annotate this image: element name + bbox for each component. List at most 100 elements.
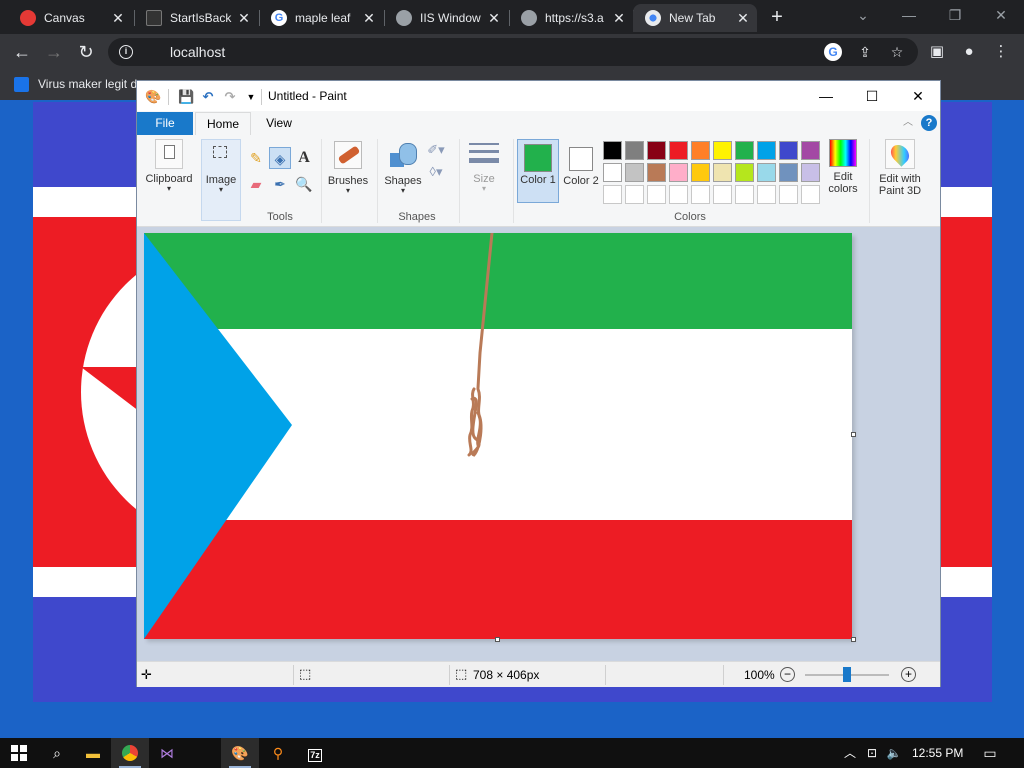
google-lens-icon[interactable]: G [824, 43, 842, 61]
palette-swatch[interactable] [713, 163, 732, 182]
zoom-in-icon[interactable]: + [901, 667, 916, 682]
chrome-taskbar-icon[interactable] [111, 738, 149, 768]
custom-color-slot[interactable] [625, 185, 644, 204]
restore-icon[interactable]: ❐ [932, 0, 978, 32]
custom-color-slot[interactable] [801, 185, 820, 204]
custom-color-slot[interactable] [647, 185, 666, 204]
close-icon[interactable]: ✕ [361, 10, 377, 26]
bookmark-star-icon[interactable]: ☆ [888, 43, 906, 61]
palette-swatch[interactable] [669, 163, 688, 182]
color1-button[interactable]: Color 1 [517, 139, 559, 203]
zoom-slider-thumb[interactable] [843, 667, 851, 682]
palette-swatch[interactable] [691, 141, 710, 160]
palette-swatch[interactable] [779, 141, 798, 160]
help-icon[interactable]: ? [921, 115, 937, 131]
resize-handle-right[interactable] [851, 432, 856, 437]
tab-search-icon[interactable]: ⌄ [840, 0, 886, 32]
tab-new-tab[interactable]: New Tab ✕ [633, 4, 757, 32]
close-icon[interactable]: ✕ [486, 10, 502, 26]
pencil-icon[interactable]: ✎ [245, 147, 267, 169]
resize-handle-corner[interactable] [851, 637, 856, 642]
shapes-button[interactable]: Shapes ▾ [381, 139, 425, 195]
7zip-icon[interactable]: 7z [296, 738, 334, 768]
address-bar[interactable]: i localhost G ⇪ ☆ [108, 38, 918, 66]
palette-swatch[interactable] [779, 163, 798, 182]
paint-taskbar-icon[interactable]: 🎨 [221, 738, 259, 768]
menu-icon[interactable]: ⋮ [990, 41, 1012, 63]
tab-file[interactable]: File [137, 112, 193, 135]
palette-swatch[interactable] [603, 163, 622, 182]
back-icon[interactable]: ← [10, 40, 34, 64]
palette-swatch[interactable] [647, 141, 666, 160]
edit-colors-button[interactable]: Edit colors [823, 139, 863, 195]
tab-canvas[interactable]: Canvas ✕ [8, 4, 132, 32]
palette-swatch[interactable] [757, 163, 776, 182]
paint-close-icon[interactable]: ✕ [895, 81, 941, 111]
forward-icon[interactable]: → [42, 40, 66, 64]
search-icon[interactable]: ⌕ [38, 738, 76, 768]
tab-iis-window[interactable]: IIS Window ✕ [384, 4, 508, 32]
clock[interactable]: 12:55 PM [912, 746, 963, 760]
bookmark-item[interactable]: Virus maker legit d [38, 77, 137, 91]
tab-maple-leaf[interactable]: G maple leaf ✕ [259, 4, 383, 32]
brushes-button[interactable]: Brushes ▾ [325, 139, 371, 195]
side-panel-icon[interactable]: ▣ [926, 41, 948, 63]
site-info-icon[interactable]: i [119, 45, 133, 59]
custom-color-slot[interactable] [779, 185, 798, 204]
color2-button[interactable]: Color 2 [561, 139, 601, 187]
custom-color-slot[interactable] [713, 185, 732, 204]
palette-swatch[interactable] [735, 163, 754, 182]
file-explorer-icon[interactable]: ▬ [74, 738, 112, 768]
minimize-icon[interactable]: — [886, 0, 932, 32]
resize-handle-bottom[interactable] [495, 637, 500, 642]
close-icon[interactable]: ✕ [110, 10, 126, 26]
new-tab-button[interactable]: + [766, 6, 788, 28]
customize-quick-access-icon[interactable]: ▼ [243, 89, 259, 105]
eraser-icon[interactable]: ▰ [245, 173, 267, 195]
drawing-canvas[interactable] [144, 233, 852, 639]
redo-icon[interactable]: ↷ [222, 89, 238, 105]
palette-swatch[interactable] [603, 141, 622, 160]
size-button[interactable]: Size ▾ [463, 139, 505, 193]
color-picker-icon[interactable]: ✒ [269, 173, 291, 195]
visual-studio-icon[interactable]: ⋈ [148, 738, 186, 768]
zoom-out-icon[interactable]: − [780, 667, 795, 682]
magnifier-icon[interactable]: 🔍 [293, 173, 315, 195]
custom-color-slot[interactable] [603, 185, 622, 204]
tab-startisback[interactable]: StartIsBack ✕ [134, 4, 258, 32]
paint-app-icon[interactable]: 🎨 [145, 89, 161, 105]
clipboard-button[interactable]: Clipboard ▾ [141, 139, 197, 193]
palette-swatch[interactable] [647, 163, 666, 182]
close-icon[interactable]: ✕ [735, 10, 751, 26]
start-icon[interactable] [0, 738, 38, 768]
custom-color-slot[interactable] [691, 185, 710, 204]
paint-minimize-icon[interactable]: — [803, 81, 849, 111]
close-window-icon[interactable]: ✕ [978, 0, 1024, 32]
edit-with-paint3d-button[interactable]: Edit with Paint 3D [873, 139, 927, 197]
custom-color-slot[interactable] [669, 185, 688, 204]
network-icon[interactable]: ⊡ [864, 745, 880, 761]
palette-swatch[interactable] [735, 141, 754, 160]
profile-icon[interactable]: ● [958, 41, 980, 63]
share-icon[interactable]: ⇪ [856, 43, 874, 61]
palette-swatch[interactable] [757, 141, 776, 160]
paint-maximize-icon[interactable]: ☐ [849, 81, 895, 111]
text-icon[interactable]: A [293, 147, 315, 169]
custom-color-slot[interactable] [757, 185, 776, 204]
close-icon[interactable]: ✕ [611, 10, 627, 26]
close-icon[interactable]: ✕ [236, 10, 252, 26]
outline-icon[interactable]: ✐▾ [425, 139, 447, 161]
url-text[interactable]: localhost [170, 44, 225, 60]
palette-swatch[interactable] [669, 141, 688, 160]
show-hidden-icons[interactable]: ︿ [842, 745, 858, 761]
reload-icon[interactable]: ↻ [74, 40, 98, 64]
palette-swatch[interactable] [625, 141, 644, 160]
palette-swatch[interactable] [625, 163, 644, 182]
undo-icon[interactable]: ↶ [200, 89, 216, 105]
volume-icon[interactable]: 🔈 [886, 745, 902, 761]
tab-view[interactable]: View [255, 112, 303, 135]
notifications-icon[interactable]: ▭ [982, 745, 998, 761]
palette-swatch[interactable] [801, 163, 820, 182]
tab-home[interactable]: Home [195, 112, 251, 136]
image-button[interactable]: Image ▾ [201, 139, 241, 221]
